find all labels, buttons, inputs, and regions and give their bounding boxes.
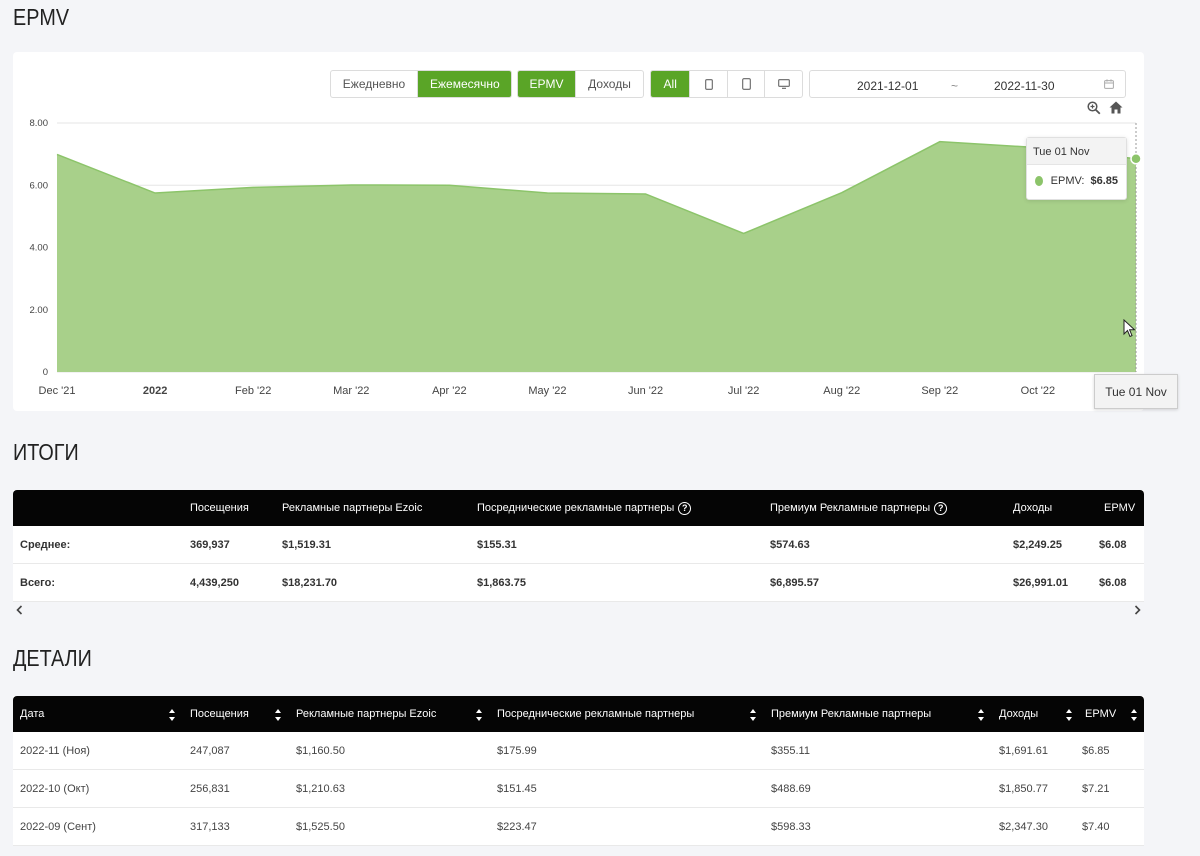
cell-visits: 256,831 — [190, 782, 230, 795]
x-tick-label: Jun '22 — [628, 385, 663, 397]
sort-icon[interactable] — [1130, 707, 1138, 723]
cell-mediation: $175.99 — [497, 744, 537, 757]
epmv-chart: 8.00 6.00 4.00 2.00 0 Dec '21 2022 Feb '22 Mar … — [30, 118, 1142, 397]
th-epmv: EPMV — [1104, 502, 1136, 514]
cell-revenue: $26,991.01 — [1013, 576, 1069, 589]
details-table-header: Дата Посещения Рекламные партнеры Ezoic … — [13, 696, 1144, 732]
th-revenue[interactable]: Доходы — [999, 696, 1038, 732]
scroll-left-icon[interactable] — [16, 605, 23, 615]
th-premium-partners: Премиум Рекламные партнеры — [770, 502, 931, 514]
tooltip-value: $6.85 — [1090, 175, 1118, 187]
epmv-area — [57, 141, 1136, 372]
sort-icon[interactable] — [168, 707, 176, 723]
details-table: Дата Посещения Рекламные партнеры Ezoic … — [13, 696, 1144, 846]
table-row: Среднее: 369,937 $1,519.31 $155.31 $574.… — [13, 526, 1144, 564]
cell-visits: 4,439,250 — [190, 576, 239, 589]
cell-date: 2022-09 (Сент) — [20, 820, 96, 833]
y-tick-label: 8.00 — [30, 118, 49, 129]
cell-revenue: $2,347.30 — [999, 820, 1048, 833]
tooltip-title: Tue 01 Nov — [1027, 138, 1126, 165]
cell-premium: $488.69 — [771, 782, 811, 795]
cell-premium: $574.63 — [770, 538, 810, 551]
y-tick-label: 2.00 — [30, 305, 49, 316]
th-revenue: Доходы — [1013, 502, 1053, 514]
cell-ezoic: $1,525.50 — [296, 820, 345, 833]
cell-visits: 369,937 — [190, 538, 230, 551]
cell-revenue: $1,691.61 — [999, 744, 1048, 757]
cell-ezoic: $1,519.31 — [282, 538, 331, 551]
cell-epmv: $6.08 — [1099, 576, 1127, 589]
cell-ezoic: $1,210.63 — [296, 782, 345, 795]
y-tick-label: 6.00 — [30, 180, 49, 191]
cell-date: 2022-11 (Ноя) — [20, 744, 90, 757]
cell-mediation: $151.45 — [497, 782, 537, 795]
th-date[interactable]: Дата — [20, 696, 44, 732]
th-mediation-partners[interactable]: Посреднические рекламные партнеры — [497, 696, 694, 732]
help-icon[interactable]: ? — [678, 501, 692, 515]
x-tick-label: Oct '22 — [1021, 385, 1056, 397]
totals-title: ИТОГИ — [13, 439, 79, 465]
cell-ezoic: $1,160.50 — [296, 744, 345, 757]
cell-revenue: $1,850.77 — [999, 782, 1048, 795]
sort-icon[interactable] — [274, 707, 282, 723]
row-label: Всего: — [20, 576, 55, 589]
x-tick-label: Feb '22 — [235, 385, 271, 397]
cell-revenue: $2,249.25 — [1013, 538, 1062, 551]
y-tick-label: 0 — [43, 367, 48, 378]
sort-icon[interactable] — [1065, 707, 1073, 723]
cell-mediation: $155.31 — [477, 538, 517, 551]
sort-icon[interactable] — [475, 707, 483, 723]
cell-visits: 247,087 — [190, 744, 230, 757]
th-visits[interactable]: Посещения — [190, 696, 249, 732]
table-row: Всего: 4,439,250 $18,231.70 $1,863.75 $6… — [13, 564, 1144, 602]
cell-date: 2022-10 (Окт) — [20, 782, 90, 795]
x-tick-label: Aug '22 — [823, 385, 860, 397]
cell-mediation: $223.47 — [497, 820, 537, 833]
x-tick-label: Jul '22 — [728, 385, 759, 397]
table-row: 2022-09 (Сент) 317,133 $1,525.50 $223.47… — [13, 808, 1144, 846]
sort-icon[interactable] — [977, 707, 985, 723]
cell-epmv: $7.21 — [1082, 782, 1110, 795]
details-title: ДЕТАЛИ — [13, 645, 92, 671]
help-icon[interactable]: ? — [934, 501, 948, 515]
row-label: Среднее: — [20, 538, 71, 551]
totals-table: Посещения Рекламные партнеры Ezoic Посре… — [13, 490, 1144, 602]
th-ezoic-partners: Рекламные партнеры Ezoic — [282, 502, 423, 514]
x-tick-label: Dec '21 — [39, 385, 76, 397]
th-mediation-partners: Посреднические рекламные партнеры — [477, 502, 675, 514]
sort-icon[interactable] — [749, 707, 757, 723]
cell-premium: $598.33 — [771, 820, 811, 833]
table-row: 2022-10 (Окт) 256,831 $1,210.63 $151.45 … — [13, 770, 1144, 808]
cell-ezoic: $18,231.70 — [282, 576, 338, 589]
x-tick-label: Apr '22 — [432, 385, 467, 397]
hover-point[interactable] — [1130, 153, 1142, 165]
y-tick-label: 4.00 — [30, 243, 49, 254]
x-tick-label: May '22 — [528, 385, 566, 397]
cell-mediation: $1,863.75 — [477, 576, 526, 589]
tooltip-series-dot — [1035, 176, 1043, 186]
x-tick-label: 2022 — [143, 385, 167, 397]
th-visits: Посещения — [190, 502, 249, 514]
scroll-right-icon[interactable] — [1134, 605, 1141, 615]
th-ezoic-partners[interactable]: Рекламные партнеры Ezoic — [296, 696, 436, 732]
cell-premium: $355.11 — [771, 744, 810, 757]
totals-table-header: Посещения Рекламные партнеры Ezoic Посре… — [13, 490, 1144, 526]
cell-visits: 317,133 — [190, 820, 230, 833]
crosshair-x-label: Tue 01 Nov — [1094, 374, 1178, 409]
cell-epmv: $6.85 — [1082, 744, 1110, 757]
th-epmv[interactable]: EPMV — [1085, 696, 1116, 732]
cell-premium: $6,895.57 — [770, 576, 819, 589]
table-row: 2022-11 (Ноя) 247,087 $1,160.50 $175.99 … — [13, 732, 1144, 770]
tooltip-label: EPMV: — [1050, 175, 1085, 187]
mouse-cursor-icon — [1123, 319, 1136, 338]
cell-epmv: $6.08 — [1099, 538, 1127, 551]
x-tick-label: Sep '22 — [921, 385, 958, 397]
th-premium-partners[interactable]: Премиум Рекламные партнеры — [771, 696, 931, 732]
x-tick-label: Mar '22 — [333, 385, 369, 397]
cell-epmv: $7.40 — [1082, 820, 1110, 833]
chart-tooltip: Tue 01 Nov EPMV: $6.85 — [1026, 137, 1127, 200]
